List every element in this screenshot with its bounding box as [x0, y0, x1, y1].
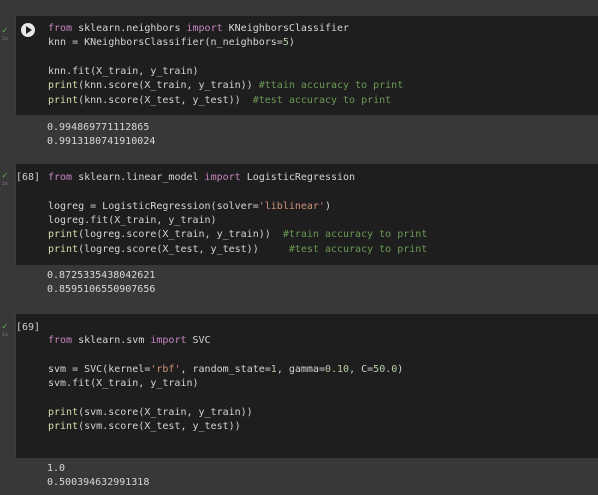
code-token: (svm.score(X_test, y_test)) [78, 420, 241, 432]
check-icon: ✓ [2, 171, 8, 181]
code-token: (knn.score(X_train, y_train)) [78, 80, 259, 92]
code-line: print(knn.score(X_test, y_test)) #test a… [48, 94, 391, 108]
exec-time: 2s [2, 181, 9, 187]
code-token: KNeighborsClassifier [222, 23, 350, 34]
code-token: logreg.fit(X_train, y_train) [48, 214, 217, 226]
code-line: from sklearn.svm import SVC [48, 334, 211, 348]
code-token: #test accuracy to print [288, 243, 428, 255]
code-token: print [48, 80, 79, 92]
code-token: import [150, 335, 187, 346]
output-line: 0.9913180741910024 [47, 136, 156, 147]
exec-time: 1s [2, 332, 9, 338]
code-token: print [48, 243, 79, 255]
code-token: print [48, 406, 79, 418]
code-line: logreg.fit(X_train, y_train) [48, 214, 217, 228]
code-token: #ttain accuracy to print [258, 80, 404, 92]
code-line: knn = KNeighborsClassifier(n_neighbors=5… [48, 36, 295, 50]
code-line: logreg = LogisticRegression(solver='libl… [48, 200, 331, 214]
code-token: 'liblinear' [258, 200, 325, 212]
code-token: import [186, 23, 223, 34]
output-line: 0.8725335438042621 [47, 270, 156, 281]
code-token: from [48, 172, 73, 183]
check-icon: ✓ [2, 26, 8, 36]
code-token: #train accuracy to print [282, 229, 428, 241]
code-line: print(svm.score(X_test, y_test)) [48, 420, 241, 434]
code-line: print(logreg.score(X_train, y_train)) #t… [48, 228, 427, 242]
execution-count: [69] [16, 322, 41, 333]
output-line: 1.0 [47, 463, 66, 474]
code-token: sklearn.svm [72, 335, 151, 346]
code-line: from sklearn.neighbors import KNeighbors… [48, 22, 349, 36]
code-line: knn.fit(X_train, y_train) [48, 65, 199, 79]
code-line: print(logreg.score(X_test, y_test)) #tes… [48, 243, 427, 257]
code-token: ) [397, 363, 404, 375]
code-token: logreg = LogisticRegression(solver= [48, 200, 259, 212]
code-line: svm = SVC(kernel='rbf', random_state=1, … [48, 363, 403, 377]
code-token: print [48, 420, 79, 432]
code-token: 'rbf' [150, 363, 181, 375]
execution-count: [68] [16, 172, 41, 183]
code-line: svm.fit(X_train, y_train) [48, 377, 199, 391]
code-token: , random_state= [180, 363, 271, 375]
code-token: knn = KNeighborsClassifier(n_neighbors= [48, 37, 283, 49]
code-token: from [48, 23, 73, 34]
code-token: sklearn.linear_model [72, 172, 205, 183]
code-line: print(knn.score(X_train, y_train)) #ttai… [48, 79, 403, 93]
code-token: , C= [349, 363, 374, 375]
run-cell-button[interactable] [21, 23, 35, 37]
code-token: (logreg.score(X_test, y_test)) [78, 243, 289, 255]
code-token: print [48, 229, 79, 241]
code-token: print [48, 94, 79, 106]
code-token: knn.fit(X_train, y_train) [48, 65, 199, 77]
code-token: (logreg.score(X_train, y_train)) [78, 229, 283, 241]
code-token: (knn.score(X_test, y_test)) [78, 94, 253, 106]
exec-time: 2s [2, 36, 9, 42]
code-line: print(svm.score(X_train, y_train)) [48, 406, 253, 420]
notebook-cell-svm[interactable]: ✓ 1s [69] [0, 300, 598, 495]
code-token: ) [324, 200, 331, 212]
output-line: 0.8595106550907656 [47, 284, 156, 295]
code-token: SVC [186, 335, 211, 346]
code-token: ) [288, 37, 295, 49]
output-line: 0.500394632991318 [47, 477, 150, 488]
check-icon: ✓ [2, 322, 8, 332]
code-line: from sklearn.linear_model import Logisti… [48, 171, 355, 185]
code-token: sklearn.neighbors [72, 23, 187, 34]
code-token: 50.0 [373, 363, 398, 375]
code-token: LogisticRegression [240, 172, 356, 183]
code-token: (svm.score(X_train, y_train)) [78, 406, 253, 418]
code-token: from [48, 335, 73, 346]
code-token: , gamma= [276, 363, 325, 375]
code-token: svm.fit(X_train, y_train) [48, 377, 199, 389]
code-token: svm = SVC(kernel= [48, 363, 151, 375]
code-token: #test accuracy to print [252, 94, 392, 106]
code-token: import [204, 172, 241, 183]
output-line: 0.994869771112865 [47, 122, 150, 133]
code-token: 0.10 [324, 363, 350, 375]
